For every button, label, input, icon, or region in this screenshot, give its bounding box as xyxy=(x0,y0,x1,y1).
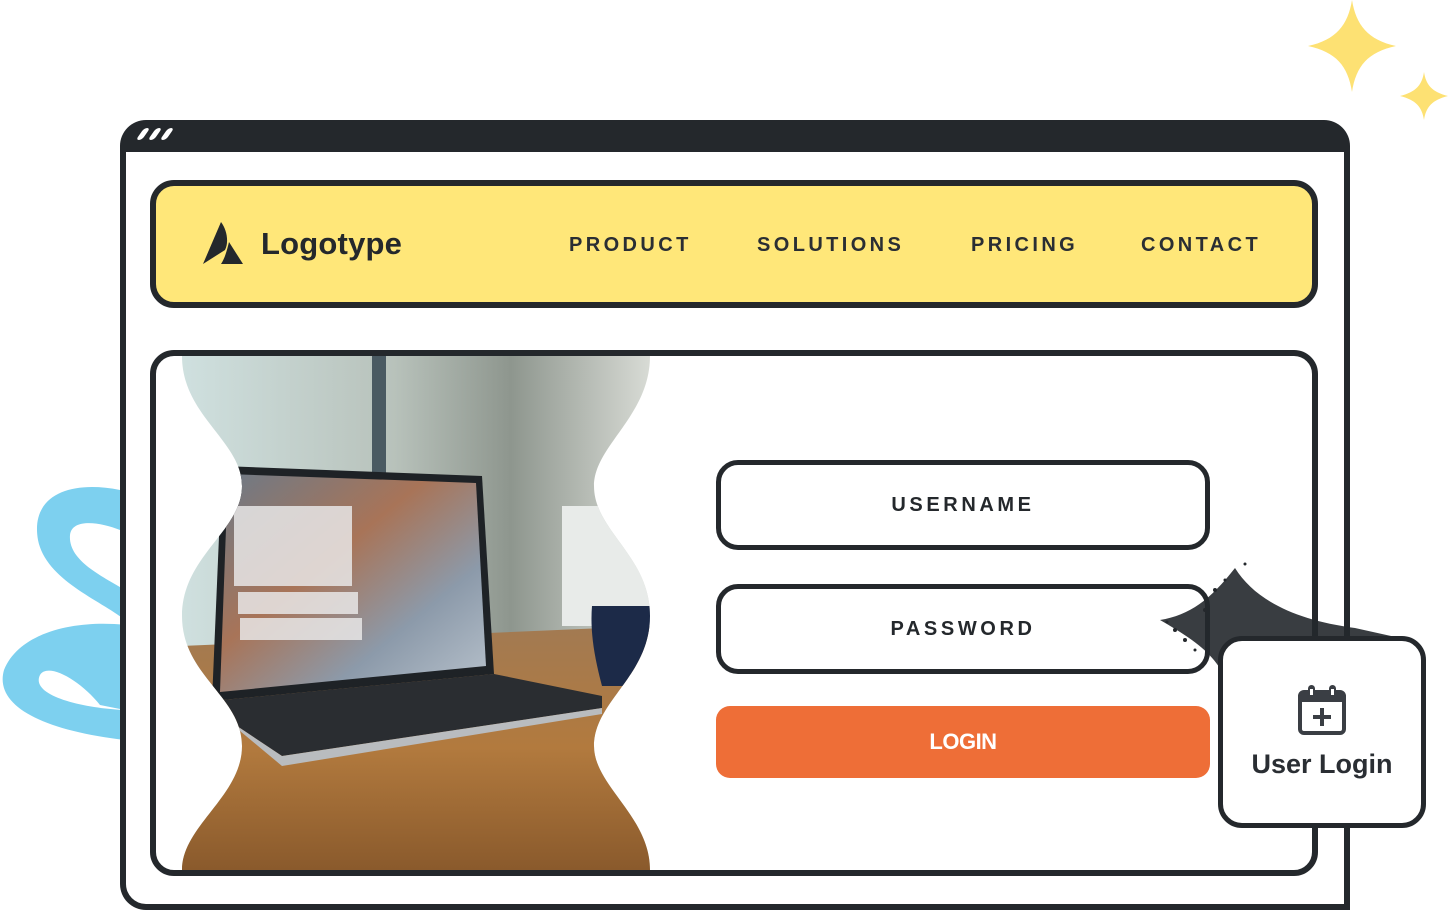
login-button[interactable]: LOGIN xyxy=(716,706,1210,778)
window-controls xyxy=(135,128,175,142)
calendar-plus-icon xyxy=(1298,684,1346,735)
user-login-card[interactable]: User Login xyxy=(1218,636,1426,828)
logo[interactable]: Logotype xyxy=(203,222,402,266)
hero-laptop-image xyxy=(182,356,650,870)
logo-text: Logotype xyxy=(261,226,403,261)
triangle-logo-icon xyxy=(203,222,243,264)
sparkle-stars-icon xyxy=(1308,0,1448,120)
username-input[interactable] xyxy=(721,492,1205,518)
password-input[interactable] xyxy=(721,616,1205,642)
decorative-squiggle xyxy=(2,487,125,740)
nav-item-contact[interactable]: CONTACT xyxy=(1141,234,1261,257)
username-field[interactable] xyxy=(716,460,1210,550)
nav-item-pricing[interactable]: PRICING xyxy=(971,234,1078,257)
user-login-label: User Login xyxy=(1251,748,1393,779)
password-field[interactable] xyxy=(716,584,1210,674)
nav-item-product[interactable]: PRODUCT xyxy=(569,234,692,257)
nav-item-solutions[interactable]: SOLUTIONS xyxy=(757,234,904,257)
